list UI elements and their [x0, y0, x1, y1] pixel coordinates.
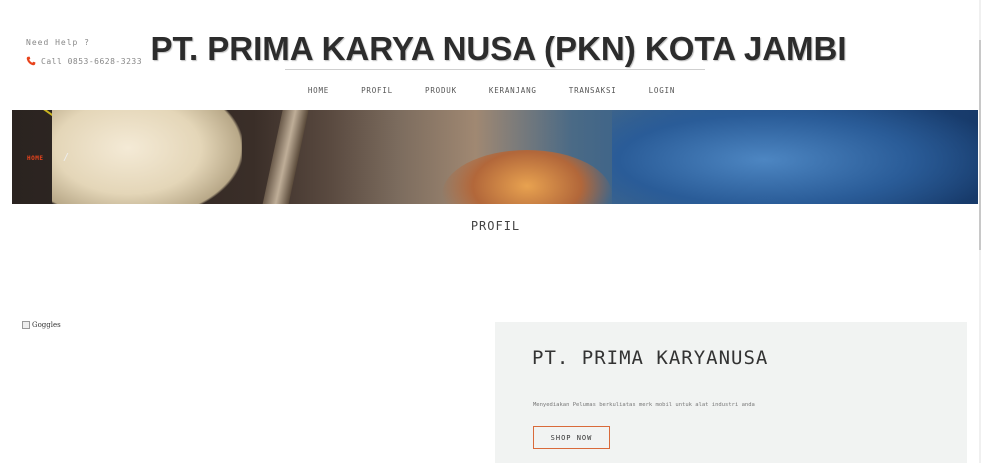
hero-banner: HOME /	[12, 110, 978, 204]
nav-item-login[interactable]: LOGIN	[633, 86, 692, 95]
breadcrumb-home[interactable]: HOME	[27, 155, 43, 162]
broken-image-icon	[22, 321, 30, 329]
breadcrumb-separator: /	[63, 152, 70, 163]
hero-decor-bottle	[52, 110, 242, 204]
site-title[interactable]: PT. PRIMA KARYA NUSA (PKN) KOTA JAMBI	[0, 30, 981, 68]
hero-decor-blue	[612, 110, 978, 204]
nav-item-produk[interactable]: PRODUK	[409, 86, 473, 95]
shop-now-button[interactable]: SHOP NOW	[533, 426, 610, 449]
hero-decor-rod	[259, 110, 311, 204]
title-divider	[285, 69, 705, 70]
hero-decor-glow	[442, 150, 612, 204]
nav-item-transaksi[interactable]: TRANSAKSI	[553, 86, 633, 95]
promo-box: PT. PRIMA KARYANUSA Menyediakan Pelumas …	[495, 322, 967, 463]
nav-item-home[interactable]: HOME	[292, 86, 345, 95]
main-nav: HOME PROFIL PRODUK KERANJANG TRANSAKSI L…	[0, 86, 981, 95]
nav-item-keranjang[interactable]: KERANJANG	[473, 86, 553, 95]
image-alt-text: Goggles	[32, 321, 61, 329]
page-title: PROFIL	[470, 219, 521, 233]
profile-image: Goggles	[22, 321, 61, 329]
promo-title: PT. PRIMA KARYANUSA	[532, 347, 769, 369]
promo-description: Menyediakan Pelumas berkuliatas merk mob…	[533, 402, 755, 408]
nav-item-profil[interactable]: PROFIL	[345, 86, 409, 95]
